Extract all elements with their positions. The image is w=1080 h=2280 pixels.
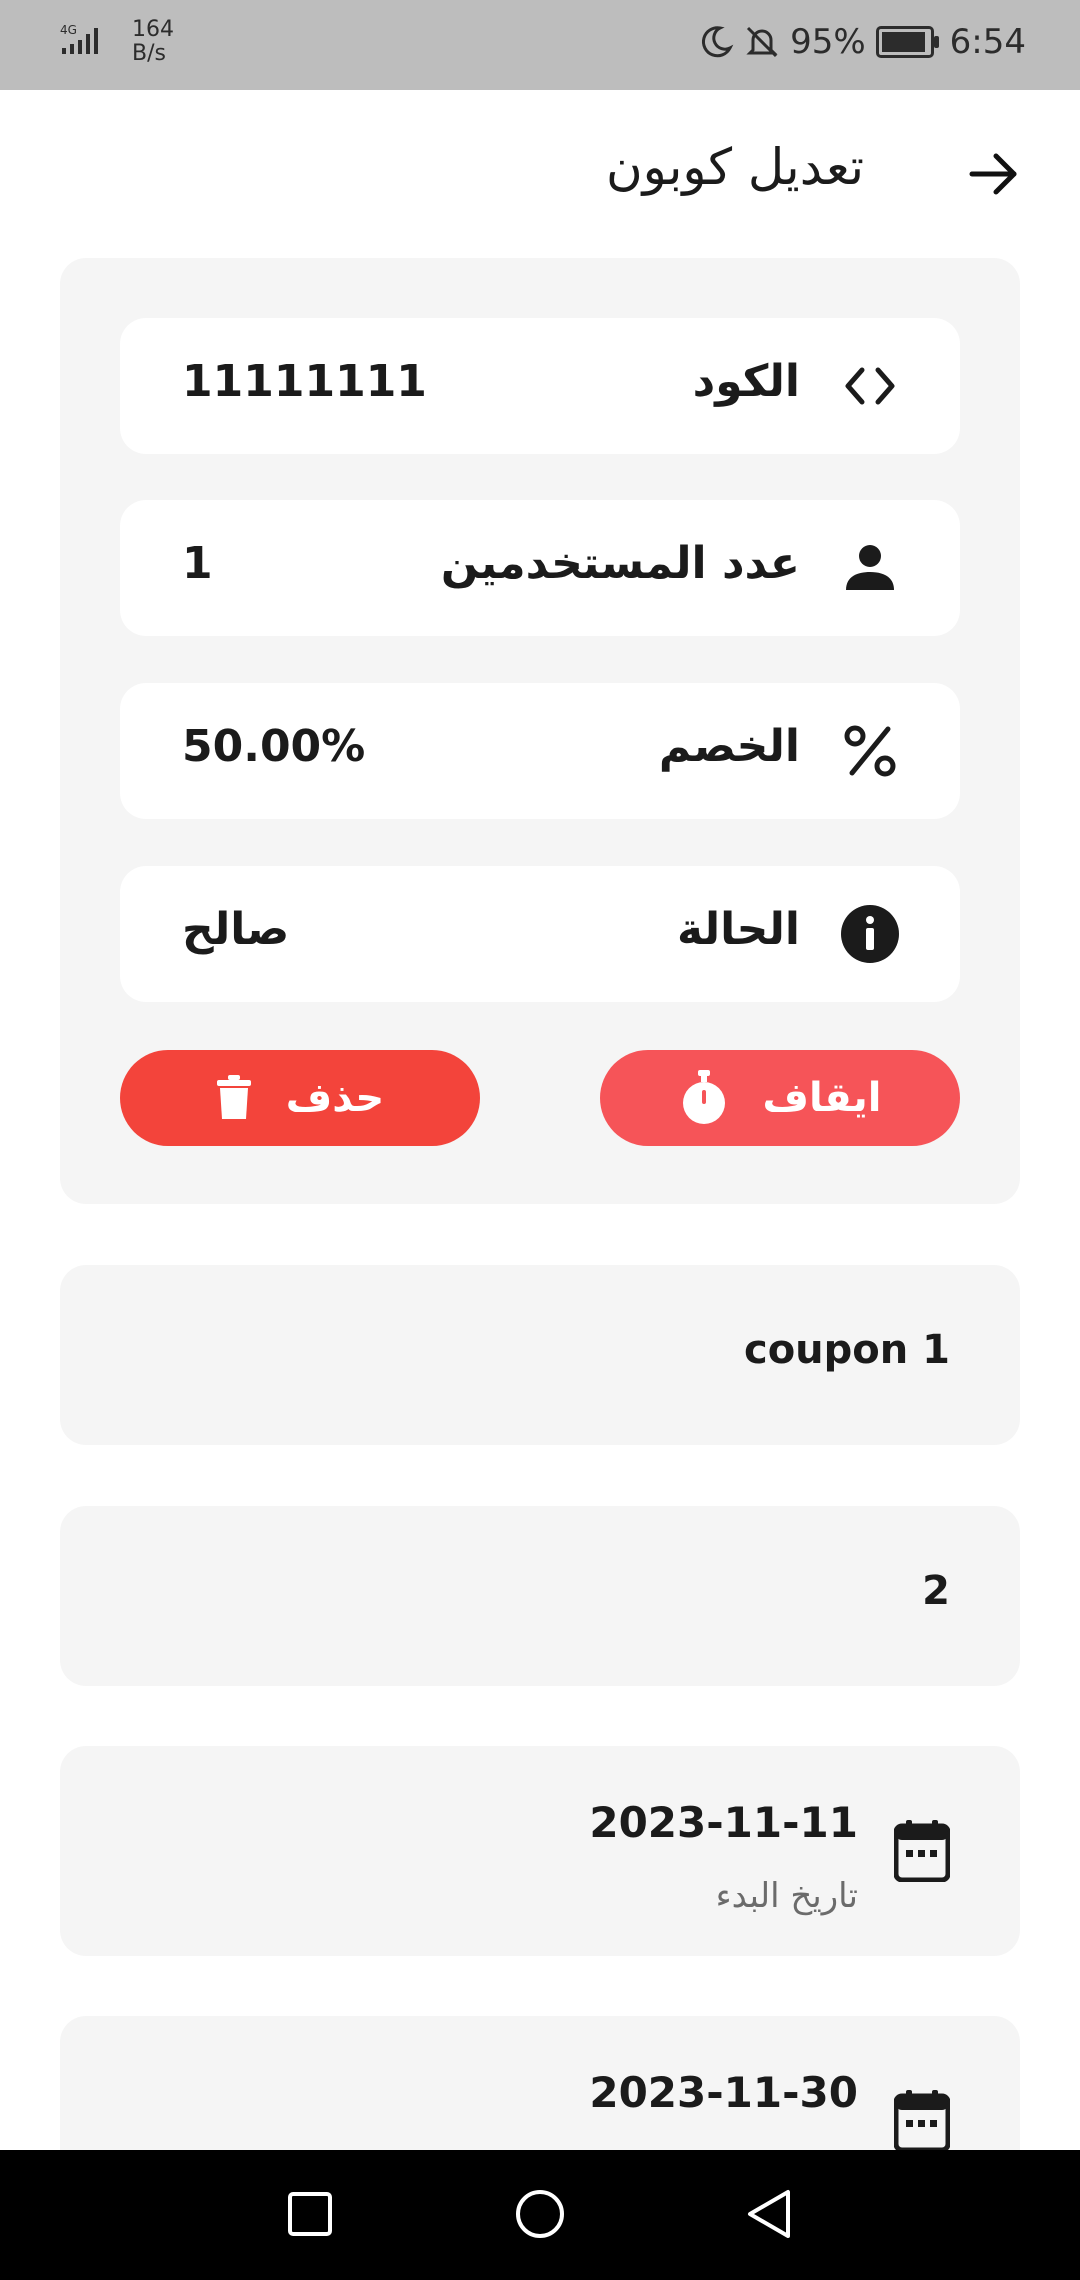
delete-button[interactable]: حذف bbox=[120, 1050, 480, 1146]
battery-percent: 95% bbox=[790, 22, 866, 62]
calendar-icon bbox=[894, 2090, 950, 2152]
person-icon bbox=[846, 545, 894, 590]
recents-icon[interactable] bbox=[280, 2184, 340, 2244]
coupon-details-card: الكود 11111111 عدد المستخدمين 1 الخصم 50… bbox=[60, 258, 1020, 1204]
code-value: 11111111 bbox=[182, 356, 427, 407]
home-icon[interactable] bbox=[510, 2184, 570, 2244]
start-date-card[interactable]: 2023-11-11 تاريخ البدء bbox=[60, 1746, 1020, 1956]
calendar-icon bbox=[894, 1820, 950, 1882]
users-value: 1 bbox=[182, 538, 213, 589]
status-left: 4G 164 B/s bbox=[58, 18, 174, 66]
status-right: 95% 6:54 bbox=[698, 22, 1026, 62]
stop-button[interactable]: ايقاف bbox=[600, 1050, 960, 1146]
discount-row: الخصم 50.00% bbox=[120, 683, 960, 819]
svg-text:4G: 4G bbox=[60, 23, 77, 37]
discount-value: 50.00% bbox=[182, 721, 366, 772]
coupon-name-card[interactable]: coupon 1 bbox=[60, 1265, 1020, 1445]
status-label: الحالة bbox=[676, 904, 800, 955]
arrow-right-icon[interactable] bbox=[964, 144, 1024, 204]
battery-icon bbox=[875, 26, 939, 58]
system-nav-bar bbox=[0, 2150, 1080, 2280]
code-row: الكود 11111111 bbox=[120, 318, 960, 454]
start-date-value: 2023-11-11 bbox=[589, 1798, 858, 1847]
coupon-limit: 2 bbox=[922, 1568, 950, 1614]
page-title: تعديل كوبون bbox=[605, 138, 864, 196]
back-nav-icon[interactable] bbox=[740, 2184, 800, 2244]
percent-icon bbox=[844, 725, 896, 777]
users-row: عدد المستخدمين 1 bbox=[120, 500, 960, 636]
coupon-limit-card[interactable]: 2 bbox=[60, 1506, 1020, 1686]
status-bar: 4G 164 B/s 95% 6:54 bbox=[0, 0, 1080, 90]
end-date-value: 2023-11-30 bbox=[589, 2068, 858, 2117]
moon-icon bbox=[702, 26, 734, 58]
stop-button-label: ايقاف bbox=[762, 1075, 882, 1121]
app-header: تعديل كوبون bbox=[0, 90, 1080, 260]
stopwatch-icon bbox=[682, 1070, 725, 1124]
discount-label: الخصم bbox=[658, 721, 800, 772]
status-value: صالح bbox=[182, 904, 290, 955]
users-label: عدد المستخدمين bbox=[440, 538, 800, 589]
trash-icon bbox=[216, 1075, 251, 1119]
status-row: الحالة صالح bbox=[120, 866, 960, 1002]
info-icon bbox=[841, 905, 899, 963]
signal-icon: 4G bbox=[60, 23, 98, 54]
delete-button-label: حذف bbox=[285, 1075, 385, 1121]
speed-value: 164 bbox=[132, 17, 174, 42]
network-speed: 164 B/s bbox=[132, 18, 174, 66]
code-label: الكود bbox=[692, 356, 800, 407]
bell-off-icon bbox=[746, 26, 778, 58]
start-date-label: تاريخ البدء bbox=[715, 1876, 858, 1916]
code-icon bbox=[845, 367, 895, 405]
speed-unit: B/s bbox=[132, 41, 166, 66]
clock: 6:54 bbox=[949, 22, 1026, 62]
coupon-name: coupon 1 bbox=[743, 1327, 950, 1373]
